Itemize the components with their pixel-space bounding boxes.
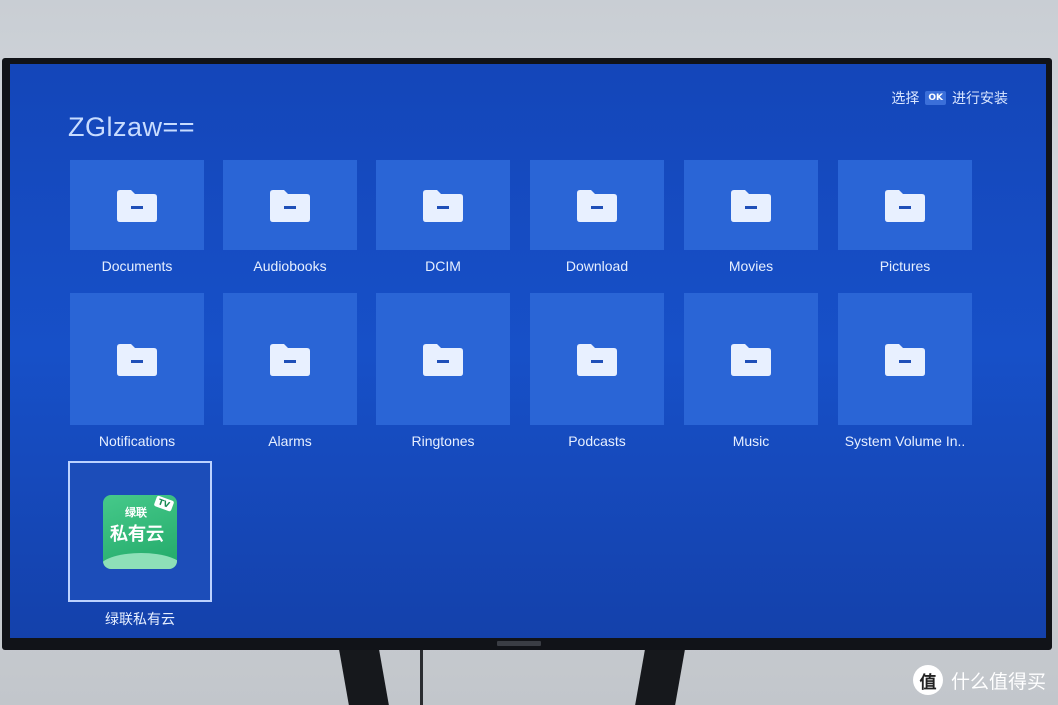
watermark-text: 什么值得买 [950,670,1046,693]
folder-tile[interactable] [530,293,664,425]
folder-label: Audiobooks [253,258,327,274]
folder-label: Pictures [879,258,931,274]
folder-tile[interactable] [376,160,510,250]
app-tile-ugreen[interactable]: TV 绿联 私有云 [68,461,212,602]
folder-label: DCIM [425,258,461,274]
hint-prefix: 选择 [891,91,920,107]
folder-tile[interactable] [376,293,510,425]
folder-label: Music [732,433,770,449]
ugreen-cloud-app-icon: TV 绿联 私有云 [103,494,177,569]
folder-icon [885,190,925,222]
watermark-logo: 值 [912,665,943,695]
folder-icon [117,344,157,376]
folder-label: System Volume In.. [844,433,966,449]
folder-tile[interactable] [223,160,357,250]
hint-suffix: 进行安装 [952,91,1008,107]
app-icon-line1: 绿联 [125,505,147,519]
folder-icon [270,344,310,376]
folder-tile[interactable] [223,293,357,425]
folder-tile[interactable] [70,160,204,250]
folder-icon [117,190,157,222]
folder-title: ZGlzaw== [68,112,196,142]
folder-icon [577,190,617,222]
folder-tile[interactable] [838,293,972,425]
tv-screen: ZGlzaw== 选择 OK 进行安装 Documents Audiobooks D… [10,64,1046,638]
folder-label: Alarms [268,433,312,449]
install-hint: 选择 OK 进行安装 [891,88,1008,108]
folder-icon [731,190,771,222]
app-label: 绿联私有云 [105,612,175,628]
folder-label: Documents [101,258,173,274]
folder-icon [885,344,925,376]
ok-key-icon: OK [925,91,946,105]
folder-label: Download [565,258,629,274]
app-icon-badge: TV [153,494,175,512]
folder-icon [423,344,463,376]
folder-label: Notifications [98,433,176,449]
folder-icon [577,344,617,376]
app-icon-line2: 私有云 [110,523,164,545]
folder-tile[interactable] [684,293,818,425]
folder-tile[interactable] [530,160,664,250]
folder-tile[interactable] [684,160,818,250]
folder-label: Ringtones [411,433,475,449]
folder-icon [270,190,310,222]
folder-icon [731,344,771,376]
folder-tile[interactable] [838,160,972,250]
app-icon-wave [103,552,177,569]
folder-icon [423,190,463,222]
folder-label: Podcasts [568,433,626,449]
folder-label: Movies [728,258,774,274]
tv-cable [420,650,423,705]
watermark: 值 什么值得买 [912,665,1046,695]
folder-tile[interactable] [70,293,204,425]
tv-brand-mark [497,641,541,646]
